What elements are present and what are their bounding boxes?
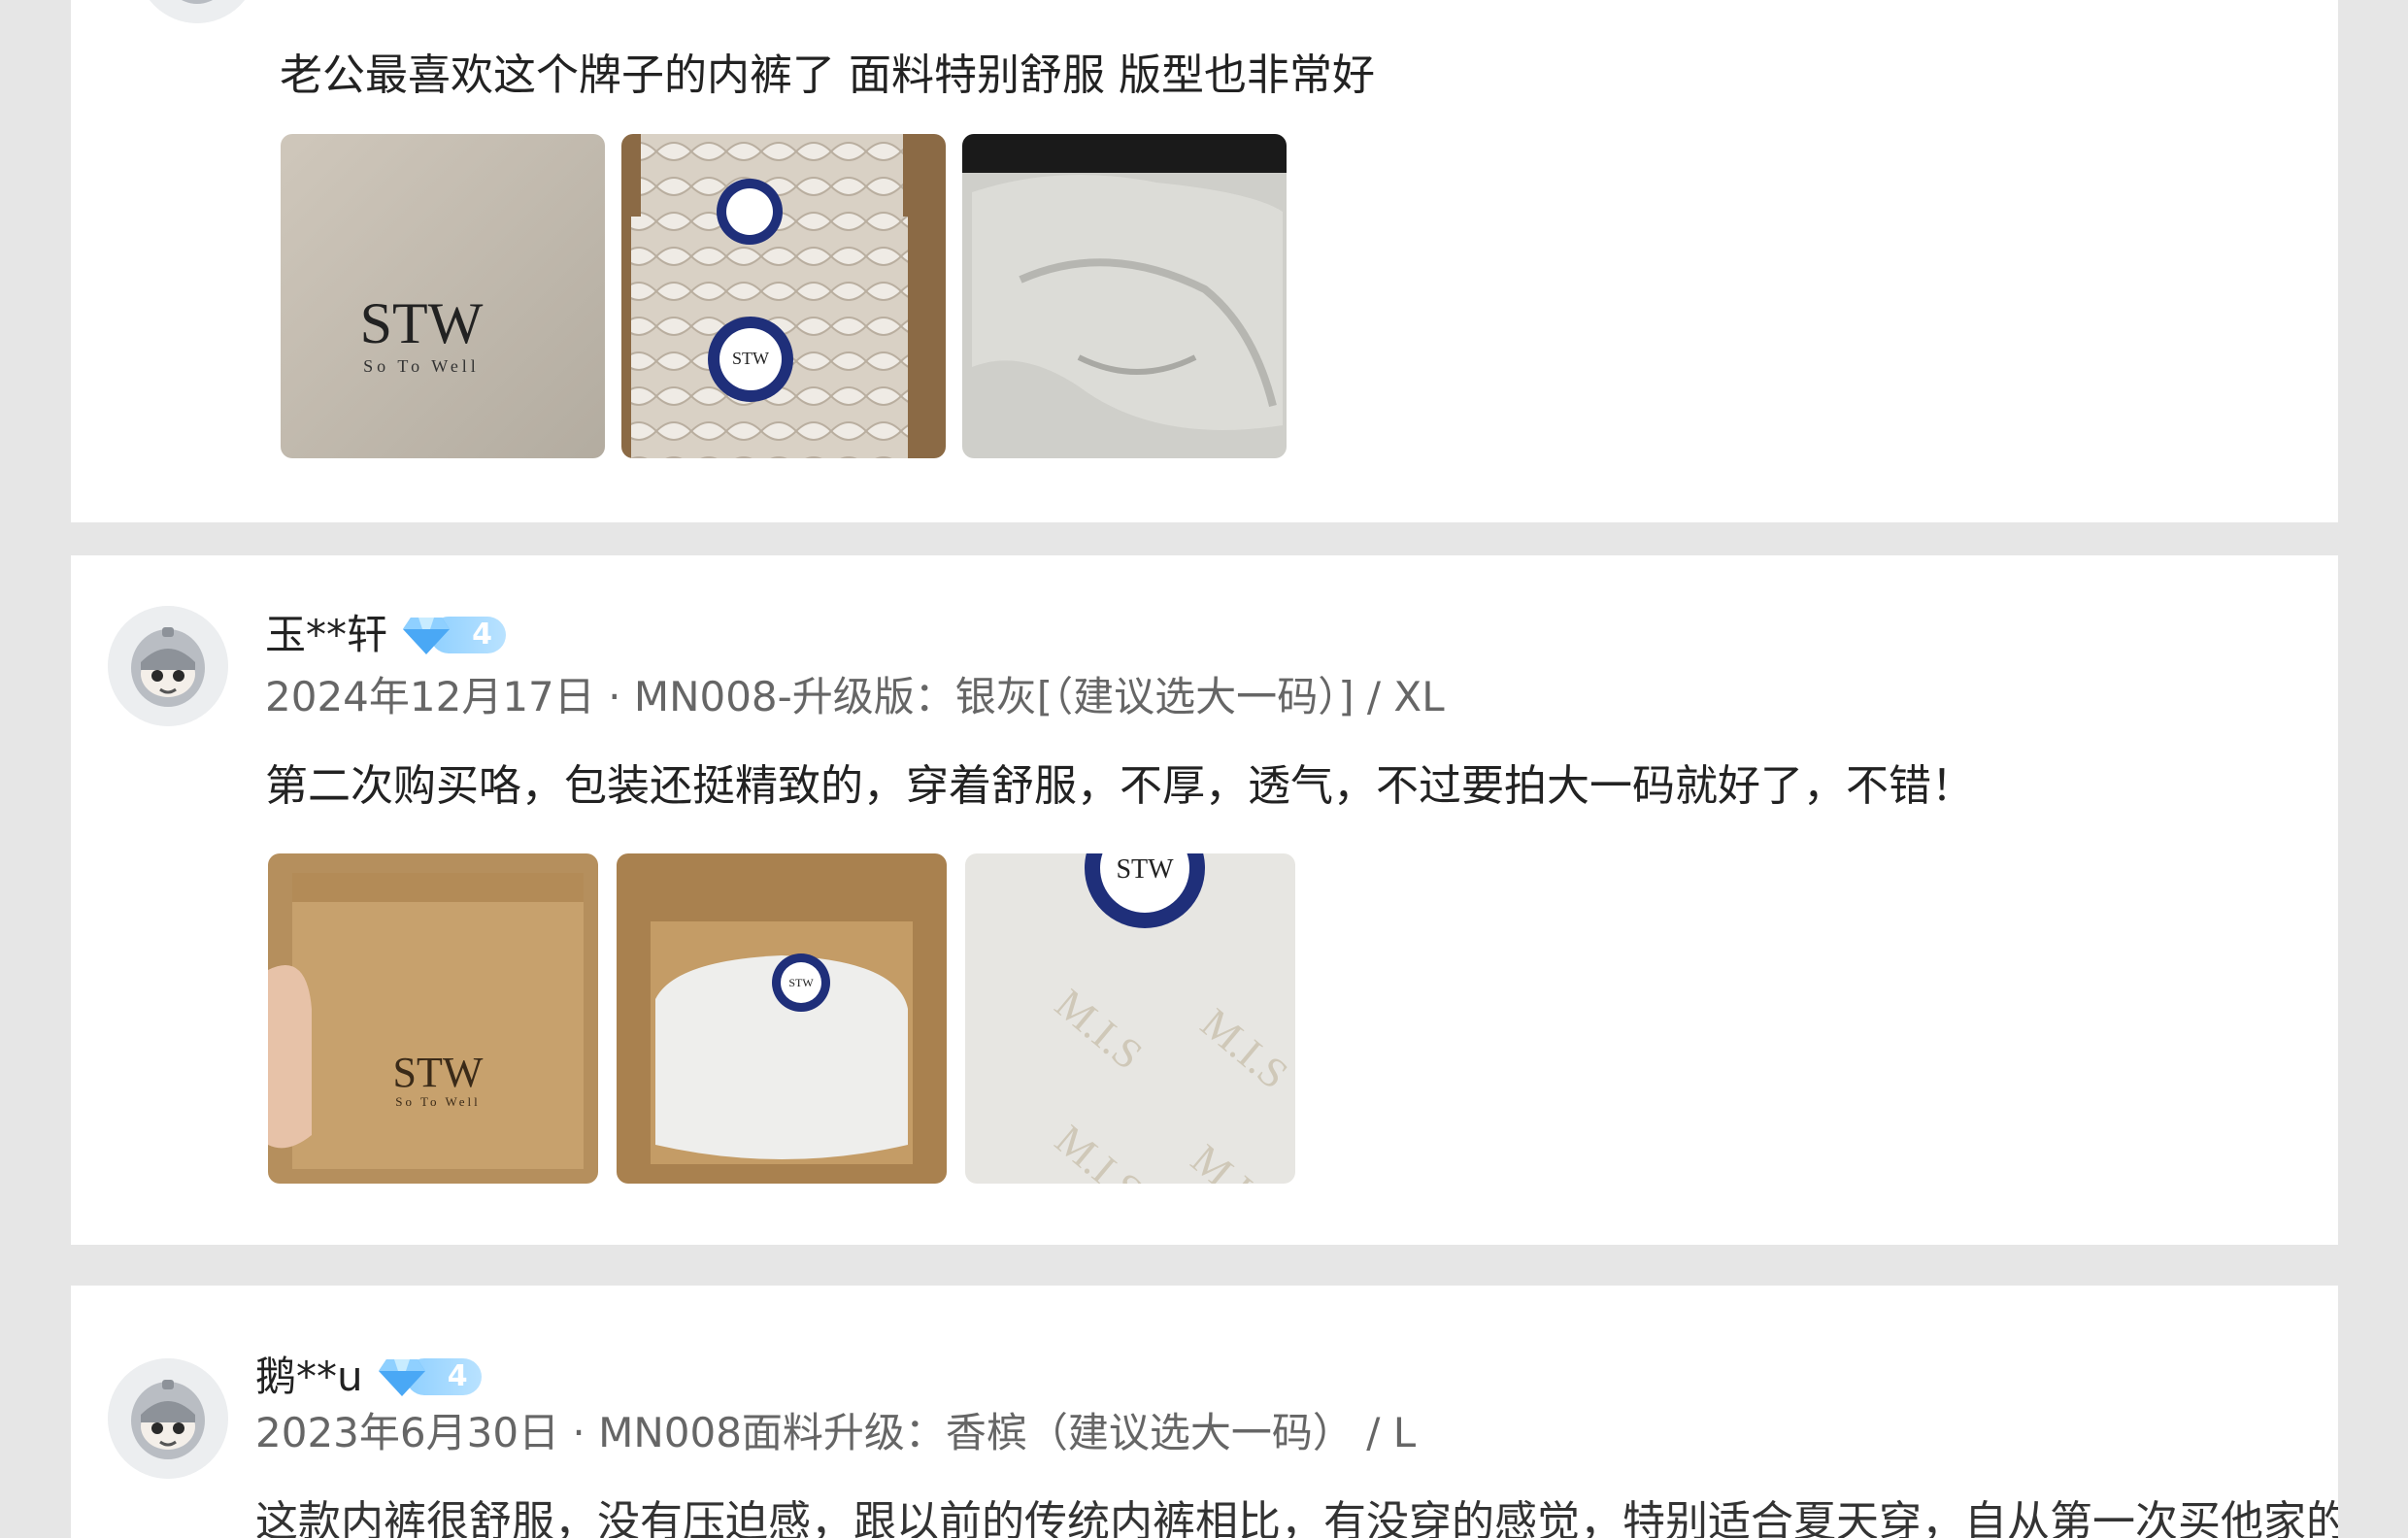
brand-sub-text: So To Well — [395, 1094, 481, 1109]
diamond-icon — [403, 618, 451, 654]
review-meta: 2023年6月30日 · MN008面料升级：香槟（建议选大一码） / L — [255, 1409, 1417, 1456]
diamond-icon — [378, 1359, 425, 1396]
username-row: 鹅**u 4 — [255, 1350, 482, 1404]
review-card: 鹅**u 4 2023年6月30日 · MN008面料升级：香槟（建议选大一码）… — [71, 1286, 2338, 1538]
review-photo[interactable]: STW — [621, 134, 946, 458]
review-photo[interactable]: STW So To Well — [268, 853, 598, 1184]
review-photo[interactable]: STW So To Well — [281, 134, 605, 458]
brand-sub-text: So To Well — [363, 356, 480, 376]
review-text: 老公最喜欢这个牌子的内裤了 面料特别舒服 版型也非常好 — [280, 50, 1375, 100]
review-meta: 2024年12月17日 · MN008-升级版：银灰[（建议选大一码）] / X… — [265, 673, 1445, 720]
brand-logo-text: STW — [393, 1049, 484, 1096]
seal-text: STW — [1116, 854, 1174, 885]
review-photo[interactable]: STW — [617, 853, 947, 1184]
avatar[interactable] — [137, 0, 257, 23]
review-card: 老公最喜欢这个牌子的内裤了 面料特别舒服 版型也非常好 STW So To We… — [71, 0, 2338, 522]
review-photo[interactable] — [962, 134, 1287, 458]
review-card: 玉**轩 4 2024年12月17日 · MN008-升级版：银灰[（建议选大一… — [71, 555, 2338, 1245]
avatar[interactable] — [108, 606, 228, 726]
seal-text: STW — [788, 976, 814, 989]
username[interactable]: 鹅**u — [255, 1350, 363, 1404]
username[interactable]: 玉**轩 — [265, 608, 387, 662]
brand-logo-text: STW — [360, 291, 484, 355]
seal-text: STW — [732, 349, 769, 368]
review-text: 这款内裤很舒服，没有压迫感，跟以前的传统内裤相比，有没穿的感觉，特别适合夏天穿，… — [255, 1497, 2338, 1538]
review-photo[interactable]: STW M.I.S M.I.S M.I.S M.I.S — [965, 853, 1295, 1184]
member-level-badge: 4 — [401, 612, 507, 658]
avatar[interactable] — [108, 1358, 228, 1479]
member-level-badge: 4 — [377, 1354, 482, 1400]
review-text: 第二次购买咯，包装还挺精致的，穿着舒服，不厚，透气，不过要拍大一码就好了，不错！ — [265, 761, 1974, 811]
username-row: 玉**轩 4 — [265, 608, 507, 662]
